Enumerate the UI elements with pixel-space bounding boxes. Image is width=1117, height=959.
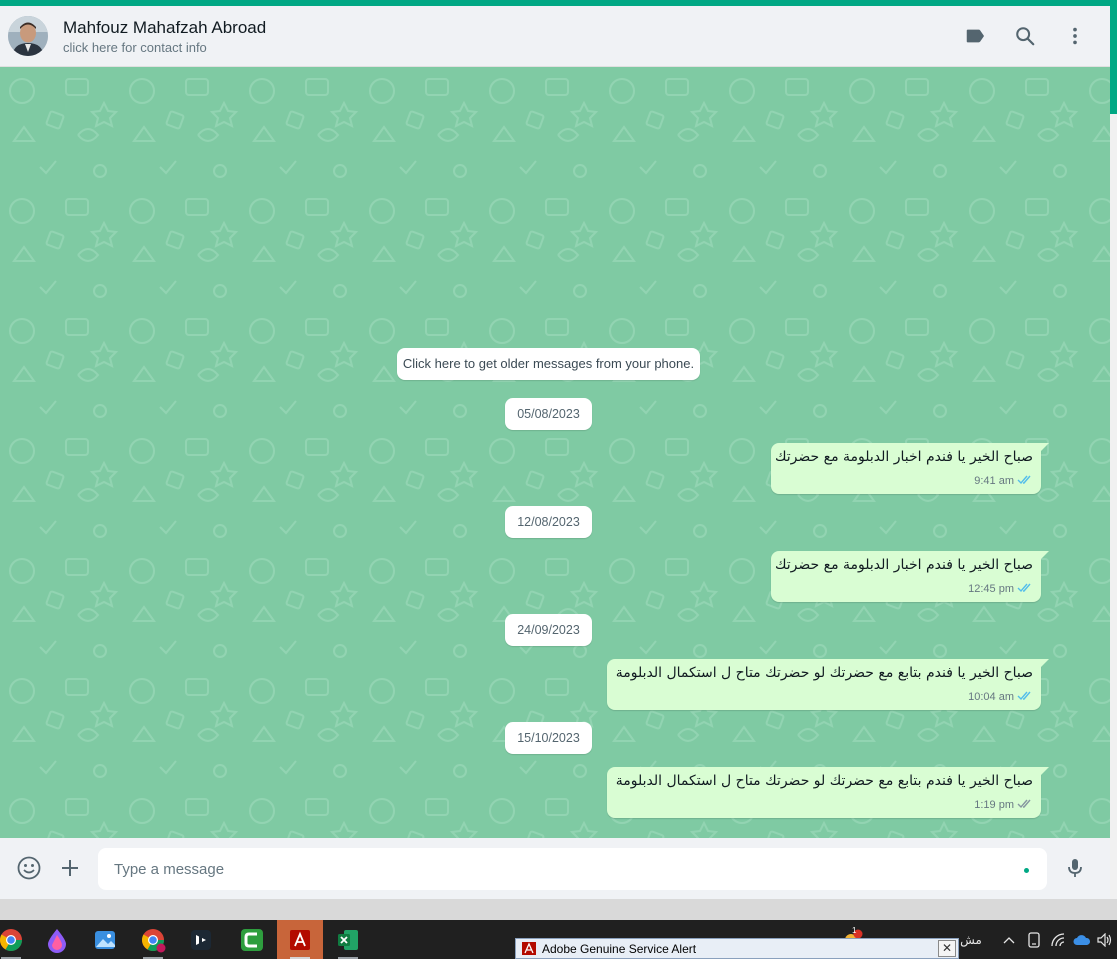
attach-plus-icon[interactable] bbox=[57, 855, 83, 881]
bubble-tail bbox=[1040, 443, 1049, 452]
camtasia-icon[interactable] bbox=[229, 920, 275, 959]
date-separator: 24/09/2023 bbox=[505, 614, 592, 646]
search-icon[interactable] bbox=[1013, 24, 1037, 48]
bubble-tail bbox=[1040, 551, 1049, 560]
message-meta: 12:45 pm bbox=[968, 580, 1033, 598]
weather-badge: 1 bbox=[852, 926, 857, 935]
chrome-profile-icon[interactable] bbox=[130, 920, 176, 959]
avatar[interactable] bbox=[8, 16, 48, 56]
double-check-read-icon bbox=[1017, 472, 1033, 490]
ink-drop-app-icon[interactable] bbox=[34, 920, 80, 959]
bubble-tail bbox=[1040, 659, 1049, 668]
contact-name[interactable]: Mahfouz Mahafzah Abroad bbox=[63, 18, 266, 38]
date-separator: 12/08/2023 bbox=[505, 506, 592, 538]
photos-icon[interactable] bbox=[82, 920, 128, 959]
message-time: 10:04 am bbox=[968, 691, 1014, 703]
adobe-alert-icon bbox=[522, 942, 536, 955]
volume-icon[interactable] bbox=[1095, 920, 1115, 959]
chevron-up-icon[interactable] bbox=[1000, 920, 1018, 959]
bubble-tail bbox=[1040, 767, 1049, 776]
capcut-icon[interactable] bbox=[178, 920, 224, 959]
message-input[interactable] bbox=[98, 848, 1047, 890]
tray-partial-text: مش bbox=[960, 932, 982, 947]
double-check-read-icon bbox=[1017, 580, 1033, 598]
close-icon[interactable]: ✕ bbox=[938, 940, 956, 957]
message-meta: 10:04 am bbox=[968, 688, 1033, 706]
input-status-dot bbox=[1024, 868, 1029, 873]
chat-panel[interactable]: Click here to get older messages from yo… bbox=[0, 67, 1110, 838]
outgoing-message[interactable]: صباح الخير يا فندم اخبار الدبلومة مع حضر… bbox=[771, 443, 1049, 494]
scrollbar-thumb[interactable] bbox=[1110, 6, 1117, 114]
outgoing-message[interactable]: صباح الخير يا فندم بتابع مع حضرتك لو حضر… bbox=[607, 767, 1049, 818]
adobe-acrobat-icon[interactable] bbox=[277, 920, 323, 959]
wifi-icon[interactable] bbox=[1048, 920, 1070, 959]
message-time: 1:19 pm bbox=[974, 799, 1014, 811]
date-separator: 05/08/2023 bbox=[505, 398, 592, 430]
message-composer bbox=[0, 838, 1110, 899]
message-text: صباح الخير يا فندم بتابع مع حضرتك لو حضر… bbox=[615, 665, 1033, 681]
cloud-icon[interactable] bbox=[1071, 920, 1093, 959]
message-time: 12:45 pm bbox=[968, 583, 1014, 595]
double-check-delivered-icon bbox=[1017, 796, 1033, 814]
message-text: صباح الخير يا فندم اخبار الدبلومة مع حضر… bbox=[774, 557, 1033, 573]
emoji-icon[interactable] bbox=[16, 855, 42, 881]
contact-info-link[interactable]: click here for contact info bbox=[63, 40, 207, 55]
outgoing-message[interactable]: صباح الخير يا فندم اخبار الدبلومة مع حضر… bbox=[771, 551, 1049, 602]
older-messages-banner[interactable]: Click here to get older messages from yo… bbox=[397, 348, 700, 380]
microphone-icon[interactable] bbox=[1062, 855, 1088, 881]
device-icon[interactable] bbox=[1024, 920, 1044, 959]
adobe-alert-title: Adobe Genuine Service Alert bbox=[542, 942, 697, 956]
message-time: 9:41 am bbox=[974, 475, 1014, 487]
excel-icon[interactable] bbox=[325, 920, 371, 959]
chat-header[interactable]: Mahfouz Mahafzah Abroad click here for c… bbox=[0, 6, 1110, 67]
date-separator: 15/10/2023 bbox=[505, 722, 592, 754]
label-icon[interactable] bbox=[963, 24, 987, 48]
scrollbar-track[interactable] bbox=[1110, 6, 1117, 899]
double-check-read-icon bbox=[1017, 688, 1033, 706]
message-text: صباح الخير يا فندم اخبار الدبلومة مع حضر… bbox=[774, 449, 1033, 465]
menu-icon[interactable] bbox=[1063, 24, 1087, 48]
adobe-alert-window[interactable]: Adobe Genuine Service Alert ✕ bbox=[515, 938, 959, 959]
message-text: صباح الخير يا فندم بتابع مع حضرتك لو حضر… bbox=[615, 773, 1033, 789]
outgoing-message[interactable]: صباح الخير يا فندم بتابع مع حضرتك لو حضر… bbox=[607, 659, 1049, 710]
message-meta: 1:19 pm bbox=[974, 796, 1033, 814]
message-meta: 9:41 am bbox=[974, 472, 1033, 490]
chrome-icon[interactable] bbox=[0, 920, 34, 959]
